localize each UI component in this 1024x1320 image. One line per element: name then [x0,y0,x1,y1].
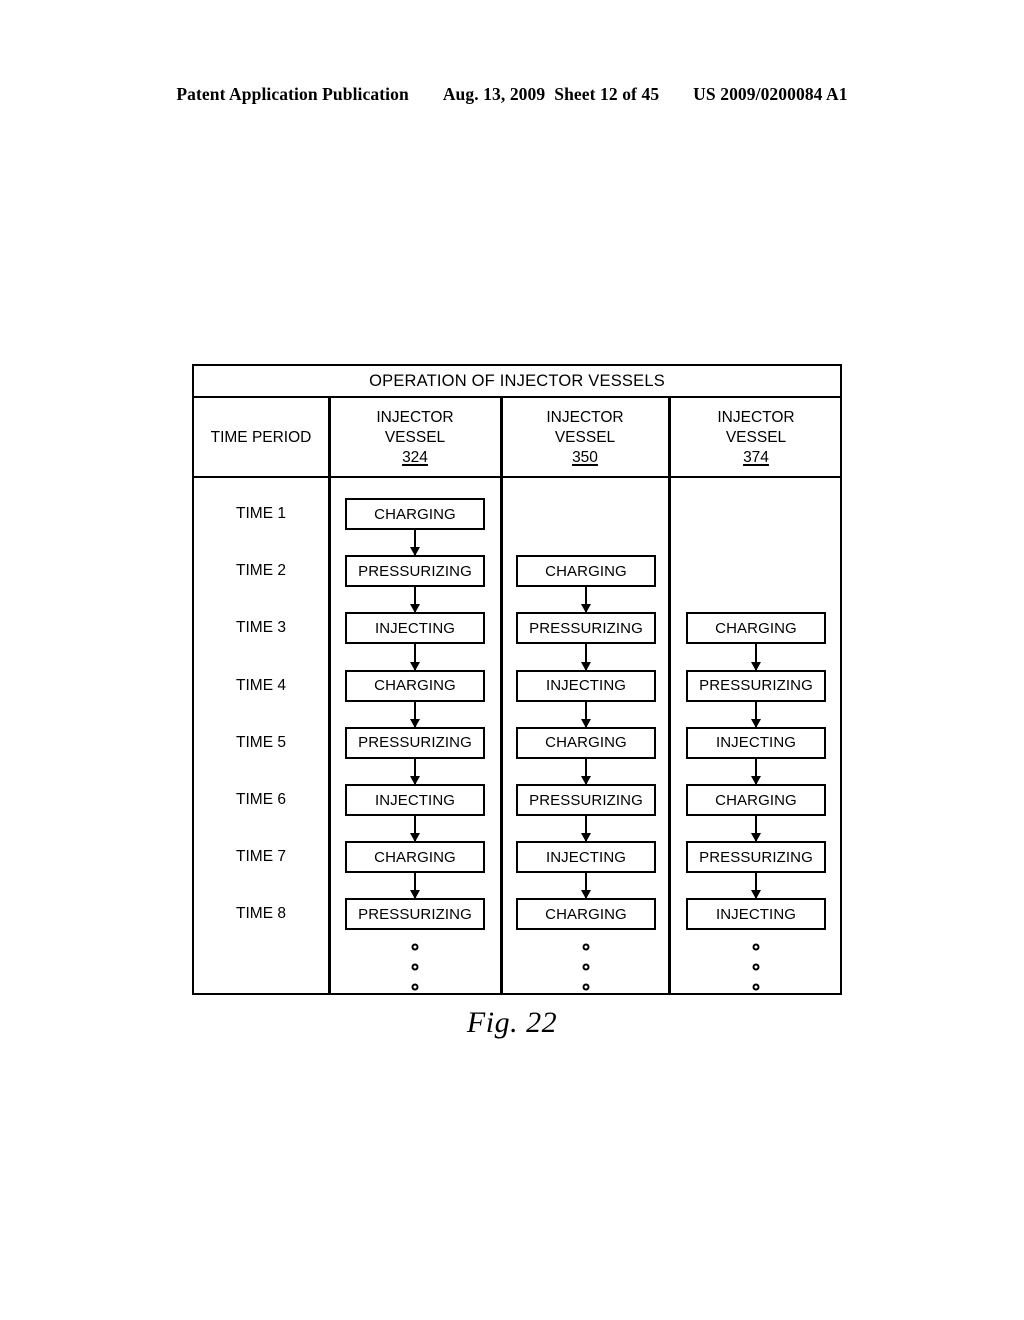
flow-arrow-down [754,758,758,784]
flow-arrow-down [584,701,588,727]
time-period-label: TIME 4 [236,676,286,694]
column-header-line2: VESSEL [384,429,446,447]
continuation-dot [411,983,419,991]
state-box: PRESSURIZING [345,898,485,931]
state-box: INJECTING [516,669,656,702]
state-box: INJECTING [686,726,826,759]
state-box: PRESSURIZING [686,841,826,874]
column-header-line1: INJECTOR [376,409,454,427]
time-period-label: TIME 2 [236,562,286,580]
column-header-vessel-324: INJECTOR VESSEL 324 [330,398,500,478]
time-period-label: TIME 5 [236,733,286,751]
column-header-time-period: TIME PERIOD [194,398,328,478]
flow-arrow-down [413,644,417,670]
state-box: PRESSURIZING [686,669,826,702]
column-header-line1: INJECTOR [546,409,624,427]
time-period-label: TIME 8 [236,905,286,923]
column-header-line1: INJECTOR [717,409,795,427]
state-box: CHARGING [516,726,656,759]
continuation-dot [752,943,760,951]
continuation-dot [411,943,419,951]
continuation-dot [582,963,590,971]
column-header-line2: VESSEL [554,429,616,447]
flow-arrow-down [413,816,417,842]
flow-arrow-down [413,530,417,556]
time-period-label: TIME 6 [236,791,286,808]
state-box: CHARGING [345,498,485,530]
flow-arrow-down [413,587,417,613]
figure-caption: Fig. 22 [466,1006,558,1039]
state-box: INJECTING [345,784,485,816]
state-box: CHARGING [345,669,485,702]
continuation-dot [582,983,590,991]
state-box: CHARGING [345,841,485,874]
flow-arrow-down [413,758,417,784]
flow-arrow-down [413,701,417,727]
state-box: PRESSURIZING [516,612,656,645]
flow-arrow-down [584,873,588,899]
flow-arrow-down [413,873,417,899]
state-box: CHARGING [516,898,656,931]
flow-arrow-down [754,816,758,842]
continuation-dot [582,943,590,951]
flow-arrow-down [584,758,588,784]
time-period-label: TIME 3 [236,619,286,637]
column-header-line1: TIME PERIOD [210,429,312,447]
state-box: PRESSURIZING [516,784,656,816]
state-box: PRESSURIZING [345,555,485,588]
flow-arrow-down [754,873,758,899]
state-box: INJECTING [686,898,826,931]
publication-date: Aug. 13, 2009 [442,84,546,104]
column-header-vessel-374: INJECTOR VESSEL 374 [670,398,842,478]
column-header-reference-number: 324 [402,448,428,466]
patent-number: US 2009/0200084 A1 [693,84,848,104]
continuation-dot [752,963,760,971]
publication-label: Patent Application Publication [176,84,409,104]
time-period-label: TIME 7 [236,848,286,866]
state-box: CHARGING [686,784,826,816]
flow-arrow-down [584,644,588,670]
state-box: INJECTING [516,841,656,874]
flow-arrow-down [584,816,588,842]
column-header-vessel-350: INJECTOR VESSEL 350 [502,398,668,478]
column-header-line2: VESSEL [725,429,787,447]
page-running-header: Patent Application Publication Aug. 13, … [0,84,1024,105]
time-period-label: TIME 1 [236,505,286,522]
flow-arrow-down [754,644,758,670]
state-box: CHARGING [686,612,826,645]
sheet-number: Sheet 12 of 45 [554,84,660,104]
column-header-reference-number: 374 [743,448,769,466]
continuation-dot [752,983,760,991]
operation-table: OPERATION OF INJECTOR VESSELS TIME PERIO… [192,364,842,995]
table-title: OPERATION OF INJECTOR VESSELS [369,371,665,390]
state-box: PRESSURIZING [345,726,485,759]
state-box: CHARGING [516,555,656,588]
column-header-reference-number: 350 [572,448,598,466]
flow-arrow-down [754,701,758,727]
table-title-row: OPERATION OF INJECTOR VESSELS [194,366,840,398]
continuation-dot [411,963,419,971]
table-body: TIME 1 CHARGING TIME 2 PRESSURIZING CHARGING… [194,478,840,993]
flow-arrow-down [584,587,588,613]
state-box: INJECTING [345,612,485,645]
